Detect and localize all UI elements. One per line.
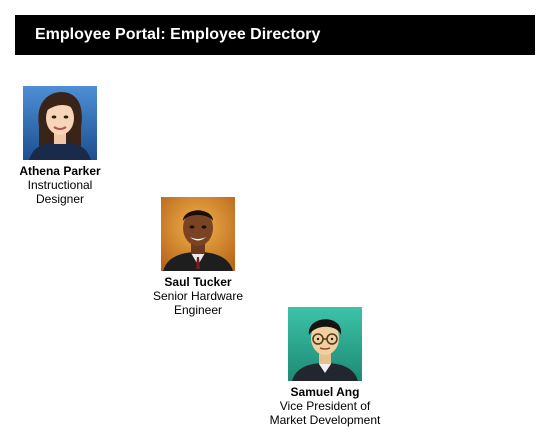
female-avatar-icon[interactable] <box>23 86 97 160</box>
employee-job-title: Instructional Designer <box>27 178 93 206</box>
employee-job-title: Senior Hardware Engineer <box>152 289 244 317</box>
employee-card-samuel-ang[interactable]: Samuel Ang Vice President of Market Deve… <box>262 307 388 427</box>
employee-job-title: Vice President of Market Development <box>269 399 381 427</box>
page-title: Employee Portal: Employee Directory <box>35 26 321 43</box>
employee-name[interactable]: Athena Parker <box>15 164 105 178</box>
employee-card-athena-parker[interactable]: Athena Parker Instructional Designer <box>15 86 105 206</box>
male-avatar-icon[interactable] <box>161 197 235 271</box>
employee-card-saul-tucker[interactable]: Saul Tucker Senior Hardware Engineer <box>141 197 255 317</box>
employee-name[interactable]: Samuel Ang <box>262 385 388 399</box>
male-avatar-glasses-icon[interactable] <box>288 307 362 381</box>
page-header: Employee Portal: Employee Directory <box>15 15 535 55</box>
employee-name[interactable]: Saul Tucker <box>141 275 255 289</box>
